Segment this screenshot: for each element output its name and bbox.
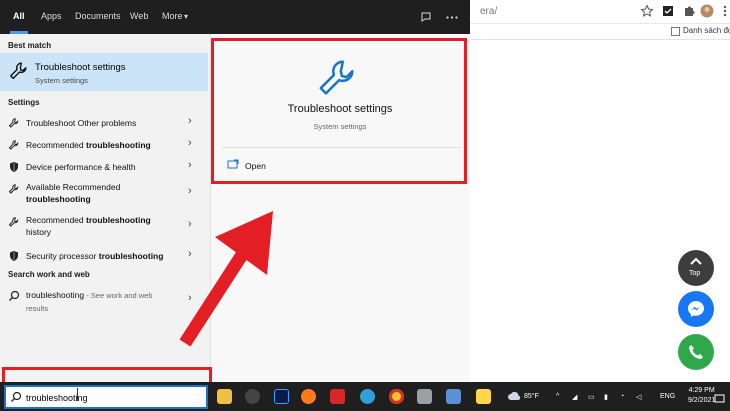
wrench-icon	[8, 140, 19, 150]
settings-gear-icon[interactable]	[417, 389, 432, 404]
arrow-annotation	[179, 211, 273, 347]
settings-item-label: Device performance & health	[26, 162, 136, 172]
clock-time: 4:29 PM	[688, 387, 715, 394]
back-to-top-label: Top	[689, 270, 701, 277]
tray-expand-icon[interactable]: ^	[556, 393, 559, 400]
app-icon[interactable]	[245, 389, 260, 404]
chevron-right-icon[interactable]: ›	[188, 185, 192, 197]
settings-item-label: Recommended troubleshooting history	[26, 215, 151, 237]
wrench-icon	[8, 118, 19, 128]
network-icon[interactable]: ▭	[588, 393, 595, 401]
extension-icon[interactable]	[661, 4, 675, 18]
avatar[interactable]	[700, 4, 714, 18]
settings-item[interactable]: Recommended troubleshooting ›	[0, 137, 208, 153]
reading-list-icon	[671, 27, 680, 36]
puzzle-icon[interactable]	[682, 4, 696, 18]
settings-item[interactable]: Troubleshoot Other problems ›	[0, 115, 208, 131]
edge-icon[interactable]	[360, 389, 375, 404]
best-match-subtitle: System settings	[35, 76, 88, 85]
messenger-icon	[688, 301, 704, 317]
sticky-notes-icon[interactable]	[476, 389, 491, 404]
chevron-right-icon[interactable]: ›	[188, 115, 192, 127]
search-icon	[11, 391, 22, 402]
firefox-icon[interactable]	[301, 389, 316, 404]
tab-documents[interactable]: Documents	[75, 11, 121, 21]
battery-icon[interactable]: ▮	[604, 393, 608, 401]
best-match-title: Troubleshoot settings	[35, 62, 126, 73]
shield-icon	[10, 251, 18, 261]
settings-item-label: Security processor troubleshooting	[26, 251, 164, 261]
chevron-right-icon[interactable]: ›	[188, 137, 192, 149]
best-match-header: Best match	[8, 41, 52, 50]
text-cursor	[77, 388, 78, 401]
reading-list-button[interactable]: Danh sách đọc	[683, 26, 730, 35]
meet-icon[interactable]: ◢	[572, 393, 577, 401]
photos-icon[interactable]	[446, 389, 461, 404]
settings-item-label: Troubleshoot Other problems	[26, 118, 137, 128]
search-icon	[9, 290, 20, 301]
wrench-icon	[8, 217, 19, 227]
wifi-icon[interactable]: ◔	[620, 393, 624, 400]
chrome-icon[interactable]	[389, 389, 404, 404]
tab-more[interactable]: More	[162, 11, 183, 21]
star-icon[interactable]	[640, 4, 654, 18]
settings-item-label: Recommended troubleshooting	[26, 140, 151, 150]
search-tabs	[0, 0, 470, 34]
phone-icon	[689, 345, 703, 359]
clock[interactable]: 4:29 PM 9/2/2021	[688, 386, 715, 406]
more-options-icon[interactable]	[446, 16, 458, 19]
settings-item[interactable]: Device performance & health ›	[0, 159, 208, 175]
shield-icon	[10, 162, 18, 172]
feedback-icon[interactable]	[420, 11, 432, 23]
chevron-up-icon	[690, 257, 702, 265]
language-indicator[interactable]: ENG	[660, 393, 675, 400]
notifications-icon[interactable]	[714, 394, 725, 404]
volume-icon[interactable]: ◁	[636, 393, 641, 401]
photoshop-icon[interactable]	[274, 389, 289, 404]
chevron-right-icon[interactable]: ›	[188, 159, 192, 171]
tab-all[interactable]: All	[13, 11, 25, 21]
wrench-icon	[10, 62, 27, 80]
address-bar-text[interactable]: era/	[480, 6, 497, 17]
highlight-box	[211, 38, 467, 184]
file-explorer-icon[interactable]	[217, 389, 232, 404]
search-input-value[interactable]: troubleshooting	[26, 393, 88, 403]
tab-apps[interactable]: Apps	[41, 11, 62, 21]
wps-icon[interactable]	[330, 389, 345, 404]
settings-item-label: Available Recommended troubleshooting	[26, 182, 121, 204]
settings-item[interactable]: Available Recommended troubleshooting ›	[0, 181, 208, 207]
settings-header: Settings	[8, 98, 40, 107]
weather-icon[interactable]	[507, 391, 521, 402]
tab-web[interactable]: Web	[130, 11, 148, 21]
menu-dots-icon[interactable]	[718, 4, 730, 18]
clock-date: 9/2/2021	[688, 397, 716, 404]
web-search-header: Search work and web	[8, 270, 90, 279]
chevron-down-icon[interactable]: ▾	[184, 12, 188, 21]
web-search-label: troubleshooting - See work and web result…	[26, 290, 153, 313]
wrench-icon	[8, 184, 19, 194]
temperature[interactable]: 85°F	[524, 393, 539, 400]
